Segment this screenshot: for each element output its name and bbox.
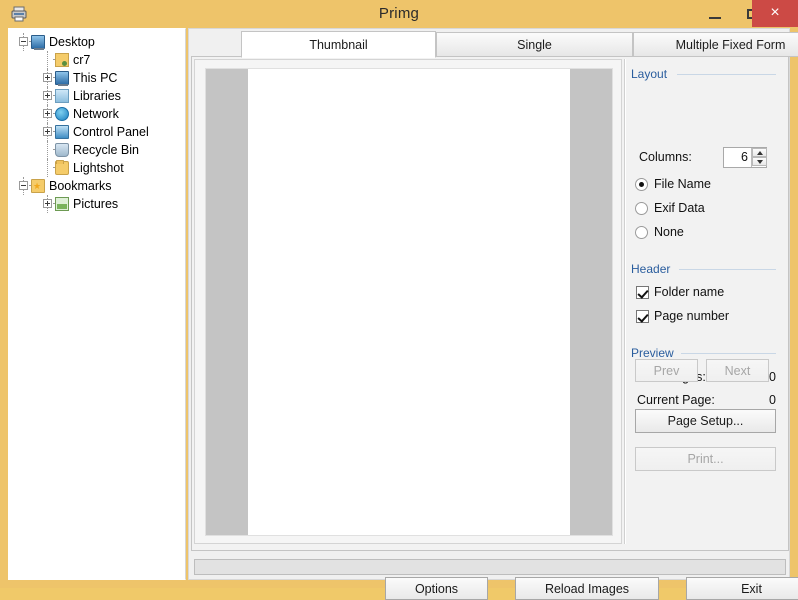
preview-page — [205, 68, 613, 536]
radio-file-name-label: File Name — [654, 177, 711, 191]
group-title-layout: Layout — [631, 67, 672, 81]
window-title: Primg — [378, 5, 420, 22]
tree-connector — [47, 141, 48, 159]
chevron-up-icon — [757, 151, 763, 155]
network-icon — [55, 107, 69, 121]
radio-none[interactable] — [635, 226, 648, 239]
tree-item-label: Recycle Bin — [73, 143, 139, 157]
main-content: Thumbnail Single Multiple Fixed Form Lay… — [188, 28, 798, 600]
checkbox-folder-name[interactable] — [636, 286, 649, 299]
tab-thumbnail[interactable]: Thumbnail — [241, 31, 436, 58]
tree-item-label: Pictures — [73, 197, 119, 211]
current-page-label: Current Page: — [637, 393, 715, 407]
columns-label: Columns: — [639, 150, 692, 164]
close-icon: × — [770, 4, 780, 21]
checkbox-page-number-label: Page number — [654, 309, 730, 323]
group-title-preview: Preview — [631, 346, 678, 360]
computer-icon — [55, 71, 69, 86]
bookmark-icon — [31, 177, 45, 195]
collapse-icon[interactable] — [19, 37, 28, 46]
columns-decrement-button[interactable] — [752, 157, 767, 166]
user-folder-icon — [55, 53, 69, 67]
progress-bar — [194, 559, 786, 575]
radio-file-name[interactable] — [635, 178, 648, 191]
columns-stepper-buttons — [751, 148, 767, 167]
tree-item-recycle-bin[interactable]: Recycle Bin — [9, 141, 185, 159]
libraries-icon — [55, 89, 69, 103]
radio-exif-data-label: Exif Data — [654, 201, 705, 215]
columns-value: 6 — [741, 150, 748, 164]
expand-icon[interactable] — [43, 91, 52, 100]
monitor-icon — [31, 35, 45, 50]
exit-button[interactable]: Exit — [686, 577, 798, 600]
reload-images-button[interactable]: Reload Images — [515, 577, 659, 600]
page-setup-button[interactable]: Page Setup... — [635, 409, 776, 433]
preview-left-bar — [206, 69, 248, 535]
tree-item-label: This PC — [73, 71, 118, 85]
expand-icon[interactable] — [43, 109, 52, 118]
folder-tree: Desktop cr7 This PC Libraries Network Control… — [9, 33, 185, 213]
tree-item-label: Desktop — [49, 35, 95, 49]
current-page-value: 0 — [769, 393, 776, 407]
tree-item-this-pc[interactable]: This PC — [9, 69, 185, 87]
minimize-button[interactable] — [696, 0, 734, 27]
tree-item-label: Network — [73, 107, 119, 121]
tab-single[interactable]: Single — [436, 32, 633, 57]
recycle-bin-icon — [55, 143, 69, 157]
group-divider-layout — [677, 74, 776, 75]
tab-page: Layout Columns: 6 File Name Exif Data No… — [191, 56, 789, 551]
tree-connector — [47, 159, 48, 177]
minimize-icon — [709, 17, 721, 19]
expand-icon[interactable] — [43, 73, 52, 82]
group-title-header: Header — [631, 262, 675, 276]
tab-multiple-fixed-form[interactable]: Multiple Fixed Form — [633, 32, 798, 57]
collapse-icon[interactable] — [19, 181, 28, 190]
tree-item-control-panel[interactable]: Control Panel — [9, 123, 185, 141]
preview-area[interactable] — [194, 59, 622, 544]
tree-item-label: Bookmarks — [49, 179, 112, 193]
tree-item-pictures[interactable]: Pictures — [9, 195, 185, 213]
checkbox-folder-name-label: Folder name — [654, 285, 725, 299]
preview-right-bar — [570, 69, 612, 535]
radio-exif-data[interactable] — [635, 202, 648, 215]
tree-item-desktop[interactable]: Desktop — [9, 33, 185, 51]
panel-splitter[interactable] — [624, 59, 626, 544]
application-window: Primg × Desktop cr7 This PC Libraries Networ… — [0, 0, 798, 600]
tree-connector — [47, 51, 48, 69]
close-button[interactable]: × — [752, 0, 798, 27]
tab-strip: Thumbnail Single Multiple Fixed Form — [191, 31, 798, 58]
pictures-icon — [55, 197, 69, 211]
radio-none-label: None — [654, 225, 684, 239]
next-page-button[interactable]: Next — [706, 359, 769, 382]
chevron-down-icon — [757, 160, 763, 164]
tree-item-label: cr7 — [73, 53, 91, 67]
columns-increment-button[interactable] — [752, 148, 767, 157]
title-bar: Primg × — [0, 0, 798, 28]
control-panel-icon — [55, 125, 69, 139]
folder-tree-panel[interactable]: Desktop cr7 This PC Libraries Network Control… — [8, 28, 186, 580]
tree-item-bookmarks[interactable]: Bookmarks — [9, 177, 185, 195]
tree-item-libraries[interactable]: Libraries — [9, 87, 185, 105]
group-divider-preview — [681, 353, 776, 354]
options-button[interactable]: Options — [385, 577, 488, 600]
checkbox-page-number[interactable] — [636, 310, 649, 323]
expand-icon[interactable] — [43, 199, 52, 208]
columns-stepper[interactable]: 6 — [723, 147, 767, 168]
folder-icon — [55, 160, 69, 175]
prev-page-button[interactable]: Prev — [635, 359, 698, 382]
tree-item-label: Control Panel — [73, 125, 149, 139]
group-divider-header — [679, 269, 776, 270]
tree-item-network[interactable]: Network — [9, 105, 185, 123]
tree-item-cr7[interactable]: cr7 — [9, 51, 185, 69]
tree-item-label: Libraries — [73, 89, 121, 103]
print-button[interactable]: Print... — [635, 447, 776, 471]
tree-item-label: Lightshot — [73, 161, 124, 175]
expand-icon[interactable] — [43, 127, 52, 136]
options-pane: Layout Columns: 6 File Name Exif Data No… — [629, 59, 788, 544]
tree-item-lightshot[interactable]: Lightshot — [9, 159, 185, 177]
